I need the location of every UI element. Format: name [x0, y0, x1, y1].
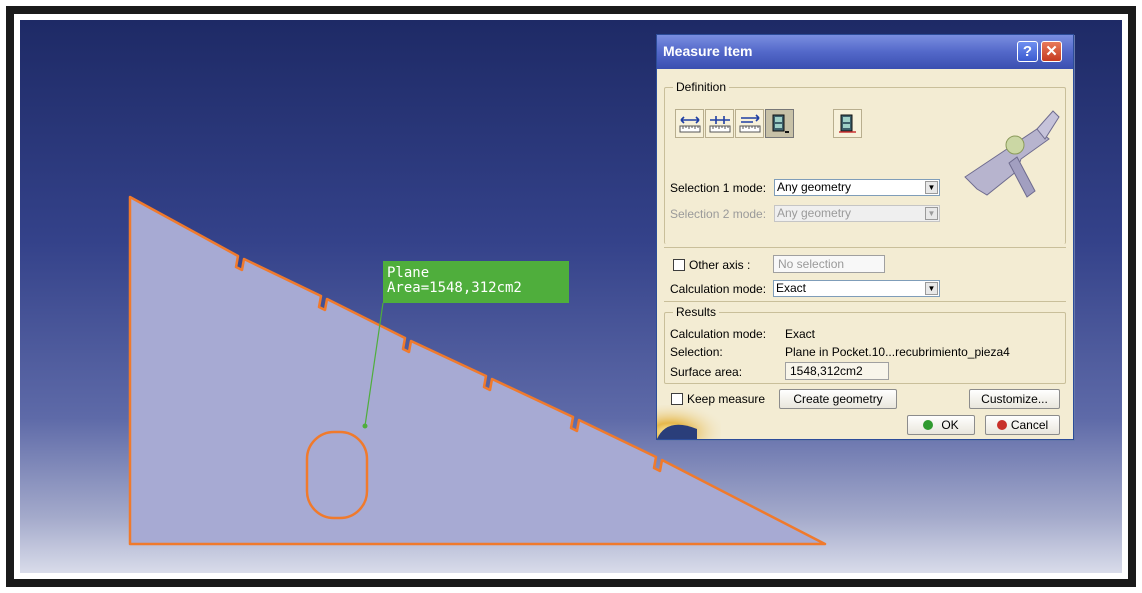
callout-area: Area=1548,312cm2 — [387, 280, 522, 296]
results-label: Results — [673, 305, 720, 319]
close-button[interactable]: ✕ — [1041, 41, 1062, 62]
cancel-label: Cancel — [1010, 418, 1049, 432]
measure-item-icon[interactable] — [765, 109, 794, 138]
selection1-mode-select[interactable]: Any geometry ▼ — [774, 179, 940, 196]
calculation-mode-value: Exact — [776, 281, 807, 295]
measure-item-dialog: Measure Item ? ✕ Definition Selection 1 … — [656, 34, 1074, 440]
keep-measure-checkbox[interactable] — [671, 393, 683, 405]
other-axis-field[interactable]: No selection — [773, 255, 885, 273]
result-selection-label: Selection: — [670, 345, 723, 359]
surface-area-value: 1548,312cm2 — [785, 362, 889, 380]
earth-logo-icon — [657, 405, 721, 439]
measure-callout[interactable]: Plane Area=1548,312cm2 — [383, 261, 569, 303]
definition-label: Definition — [673, 80, 730, 94]
help-button[interactable]: ? — [1017, 41, 1038, 62]
cancel-icon — [996, 420, 1007, 430]
selection1-mode-label: Selection 1 mode: — [670, 181, 767, 195]
calculation-mode-label: Calculation mode: — [670, 282, 767, 296]
selection2-mode-value: Any geometry — [777, 206, 852, 220]
result-calculation-mode-label: Calculation mode: — [670, 327, 767, 341]
measure-between-fan-icon[interactable] — [735, 109, 764, 138]
divider — [664, 301, 1066, 302]
dialog-title: Measure Item — [663, 43, 753, 59]
measure-thickness-icon[interactable] — [833, 109, 862, 138]
selection2-mode-label: Selection 2 mode: — [670, 207, 767, 221]
divider — [664, 247, 1066, 248]
callout-type: Plane — [387, 265, 430, 281]
dialog-titlebar[interactable]: Measure Item ? ✕ — [657, 35, 1073, 69]
ok-label: OK — [941, 418, 959, 432]
calculation-mode-select[interactable]: Exact ▼ — [773, 280, 940, 297]
other-axis-label: Other axis : — [689, 258, 751, 272]
chevron-down-icon[interactable]: ▼ — [925, 181, 938, 194]
selection1-mode-value: Any geometry — [777, 180, 852, 194]
chevron-down-icon[interactable]: ▼ — [925, 282, 938, 295]
chevron-down-icon[interactable]: ▼ — [925, 207, 938, 220]
surface-area-label: Surface area: — [670, 365, 743, 379]
keep-measure-label: Keep measure — [687, 392, 766, 406]
create-geometry-button[interactable]: Create geometry — [779, 389, 897, 409]
customize-button[interactable]: Customize... — [969, 389, 1060, 409]
ok-button[interactable]: OK — [907, 415, 975, 435]
caliper-illustration-icon — [964, 110, 1060, 198]
selection2-mode-select[interactable]: Any geometry ▼ — [774, 205, 940, 222]
ok-icon — [923, 420, 934, 430]
callout-anchor-point — [362, 423, 368, 429]
result-selection-value: Plane in Pocket.10...recubrimiento_pieza… — [785, 345, 1010, 359]
cancel-button[interactable]: Cancel — [985, 415, 1060, 435]
measure-item-chain-icon[interactable] — [705, 109, 734, 138]
measure-between-icon[interactable] — [675, 109, 704, 138]
other-axis-checkbox[interactable] — [673, 259, 685, 271]
result-calculation-mode-value: Exact — [785, 327, 816, 341]
oval-pocket — [305, 430, 369, 520]
